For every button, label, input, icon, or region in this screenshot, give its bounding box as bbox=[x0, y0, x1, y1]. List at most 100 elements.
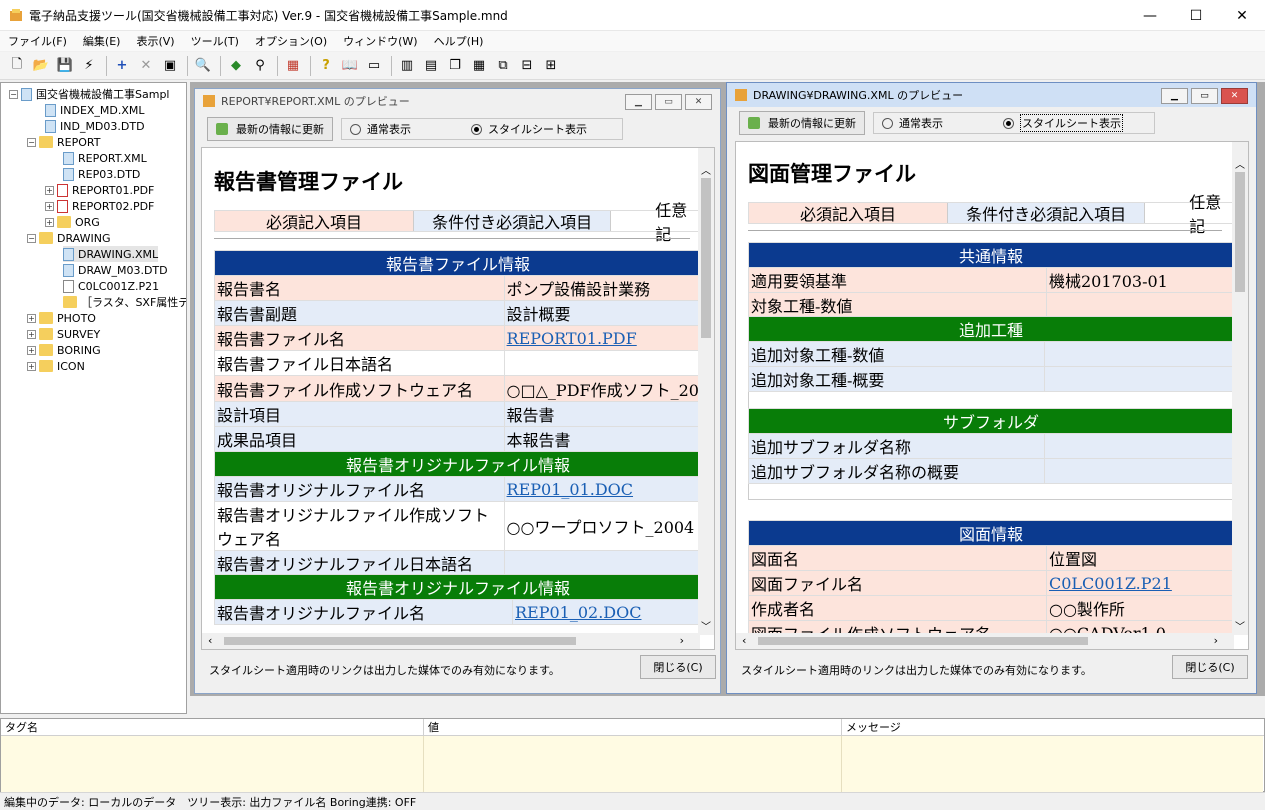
menu-view[interactable]: 表示(V) bbox=[128, 33, 182, 49]
close-preview-button[interactable]: 閉じる(C) bbox=[1172, 655, 1248, 679]
expand-icon[interactable]: + bbox=[27, 329, 36, 339]
preview-icon[interactable]: 🔍 bbox=[192, 55, 214, 77]
properties-icon[interactable]: ▣ bbox=[159, 55, 181, 77]
delete-icon[interactable]: ✕ bbox=[135, 55, 157, 77]
scroll-thumb[interactable] bbox=[224, 637, 576, 645]
window-tile-icon[interactable]: ⊞ bbox=[540, 55, 562, 77]
file-link[interactable]: REPORT01.PDF bbox=[507, 329, 637, 348]
tree-item[interactable]: + BORING bbox=[27, 342, 101, 358]
horizontal-scrollbar[interactable]: ‹ › bbox=[202, 633, 700, 649]
scroll-down-icon[interactable]: ﹀ bbox=[701, 618, 711, 633]
tree-item[interactable]: + SURVEY bbox=[27, 326, 100, 342]
cascade-icon[interactable]: ❐ bbox=[444, 55, 466, 77]
tree-item[interactable]: IND_MD03.DTD bbox=[45, 118, 145, 134]
radio-normal[interactable]: 通常表示 bbox=[882, 115, 943, 131]
window-list-icon[interactable]: ⊟ bbox=[516, 55, 538, 77]
expand-icon[interactable]: + bbox=[45, 185, 54, 195]
tile-horizontal-icon[interactable]: ▤ bbox=[420, 55, 442, 77]
close-button[interactable]: ✕ bbox=[685, 94, 712, 110]
refresh-button[interactable]: 最新の情報に更新 bbox=[207, 117, 333, 141]
tree-item[interactable]: INDEX_MD.XML bbox=[45, 102, 145, 118]
help-icon[interactable]: ? bbox=[315, 55, 337, 77]
tree-item[interactable]: DRAW_M03.DTD bbox=[63, 262, 168, 278]
drawing-content[interactable]: 図面管理ファイル 必須記入項目 条件付き必須記入項目 任意記 共通情報 適用要領… bbox=[735, 141, 1249, 650]
maximize-button[interactable]: ▭ bbox=[1191, 88, 1218, 104]
scroll-left-icon[interactable]: ‹ bbox=[208, 634, 212, 647]
collapse-icon[interactable]: − bbox=[9, 89, 18, 99]
new-file-icon[interactable]: 🗋 bbox=[6, 55, 28, 77]
close-button[interactable]: ✕ bbox=[1221, 88, 1248, 104]
tree-item-selected[interactable]: DRAWING.XML bbox=[63, 246, 159, 262]
close-preview-button[interactable]: 閉じる(C) bbox=[640, 655, 716, 679]
column-tag[interactable]: タグ名 bbox=[1, 719, 424, 735]
grid-icon[interactable]: ▦ bbox=[468, 55, 490, 77]
scroll-up-icon[interactable]: ︿ bbox=[1235, 156, 1245, 171]
tree-item[interactable]: C0LC001Z.P21 bbox=[63, 278, 159, 294]
folder-tree[interactable]: − 国交省機械設備工事Sampl INDEX_MD.XML IND_MD03.D… bbox=[0, 82, 187, 714]
vertical-scrollbar[interactable]: ︿ ﹀ bbox=[1232, 142, 1248, 635]
tree-item[interactable]: REP03.DTD bbox=[63, 166, 140, 182]
column-value[interactable]: 値 bbox=[424, 719, 842, 735]
minimize-button[interactable]: — bbox=[1127, 0, 1173, 31]
scroll-up-icon[interactable]: ︿ bbox=[701, 162, 711, 177]
file-link[interactable]: C0LC001Z.P21 bbox=[1049, 574, 1172, 593]
menu-file[interactable]: ファイル(F) bbox=[0, 33, 75, 49]
tree-item[interactable]: + ORG bbox=[45, 214, 100, 230]
expand-icon[interactable]: + bbox=[27, 313, 36, 323]
column-message[interactable]: メッセージ bbox=[842, 719, 1262, 735]
menu-options[interactable]: オプション(O) bbox=[247, 33, 335, 49]
binoculars-icon[interactable]: ⚲ bbox=[249, 55, 271, 77]
collapse-icon[interactable]: − bbox=[27, 137, 36, 147]
collapse-icon[interactable]: − bbox=[27, 233, 36, 243]
menu-tools[interactable]: ツール(T) bbox=[183, 33, 247, 49]
save-icon[interactable]: 💾 bbox=[54, 55, 76, 77]
open-folder-icon[interactable]: 📂 bbox=[30, 55, 52, 77]
export-icon[interactable]: ◆ bbox=[225, 55, 247, 77]
window-arrange-icon[interactable]: ⧉ bbox=[492, 55, 514, 77]
book-icon[interactable]: 📖 bbox=[339, 55, 361, 77]
maximize-button[interactable]: ☐ bbox=[1173, 0, 1219, 31]
file-link[interactable]: REP01_02.DOC bbox=[515, 603, 641, 622]
close-button[interactable]: ✕ bbox=[1219, 0, 1265, 31]
vertical-scrollbar[interactable]: ︿ ﹀ bbox=[698, 148, 714, 635]
lightning-icon[interactable]: ⚡ bbox=[78, 55, 100, 77]
expand-icon[interactable]: + bbox=[27, 361, 36, 371]
expand-icon[interactable]: + bbox=[45, 201, 54, 211]
scroll-thumb[interactable] bbox=[701, 178, 711, 338]
scroll-down-icon[interactable]: ﹀ bbox=[1235, 618, 1245, 633]
report-content[interactable]: 報告書管理ファイル 必須記入項目 条件付き必須記入項目 任意記 報告書ファイル情… bbox=[201, 147, 715, 650]
menu-window[interactable]: ウィンドウ(W) bbox=[335, 33, 425, 49]
tile-vertical-icon[interactable]: ▥ bbox=[396, 55, 418, 77]
expand-icon[interactable]: + bbox=[27, 345, 36, 355]
scroll-left-icon[interactable]: ‹ bbox=[742, 634, 746, 647]
radio-stylesheet[interactable]: スタイルシート表示 bbox=[471, 121, 587, 137]
scroll-thumb[interactable] bbox=[1235, 172, 1245, 292]
add-icon[interactable]: + bbox=[111, 55, 133, 77]
tree-item[interactable]: REPORT.XML bbox=[63, 150, 147, 166]
file-link[interactable]: REP01_01.DOC bbox=[507, 480, 633, 499]
expand-icon[interactable]: + bbox=[45, 217, 54, 227]
radio-normal[interactable]: 通常表示 bbox=[350, 121, 411, 137]
scroll-right-icon[interactable]: › bbox=[1214, 634, 1218, 647]
menu-help[interactable]: ヘルプ(H) bbox=[426, 33, 492, 49]
tree-item[interactable]: ［ラスタ、SXF属性デ bbox=[63, 294, 186, 310]
minimize-button[interactable]: ▁ bbox=[625, 94, 652, 110]
scroll-right-icon[interactable]: › bbox=[680, 634, 684, 647]
tree-item[interactable]: − DRAWING bbox=[27, 230, 110, 246]
tree-item[interactable]: + REPORT02.PDF bbox=[45, 198, 154, 214]
tree-item[interactable]: + REPORT01.PDF bbox=[45, 182, 154, 198]
check-icon[interactable]: ▦ bbox=[282, 55, 304, 77]
tree-item[interactable]: + PHOTO bbox=[27, 310, 96, 326]
scroll-thumb[interactable] bbox=[758, 637, 1088, 645]
tree-item[interactable]: + ICON bbox=[27, 358, 85, 374]
menu-edit[interactable]: 編集(E) bbox=[75, 33, 129, 49]
horizontal-scrollbar[interactable]: ‹ › bbox=[736, 633, 1234, 649]
tree-item[interactable]: − REPORT bbox=[27, 134, 100, 150]
minimize-button[interactable]: ▁ bbox=[1161, 88, 1188, 104]
message-list[interactable]: タグ名 値 メッセージ bbox=[0, 718, 1265, 792]
tree-root[interactable]: − 国交省機械設備工事Sampl bbox=[9, 86, 169, 102]
radio-stylesheet[interactable]: スタイルシート表示 bbox=[1003, 114, 1123, 132]
maximize-button[interactable]: ▭ bbox=[655, 94, 682, 110]
refresh-button[interactable]: 最新の情報に更新 bbox=[739, 111, 865, 135]
card-icon[interactable]: ▭ bbox=[363, 55, 385, 77]
